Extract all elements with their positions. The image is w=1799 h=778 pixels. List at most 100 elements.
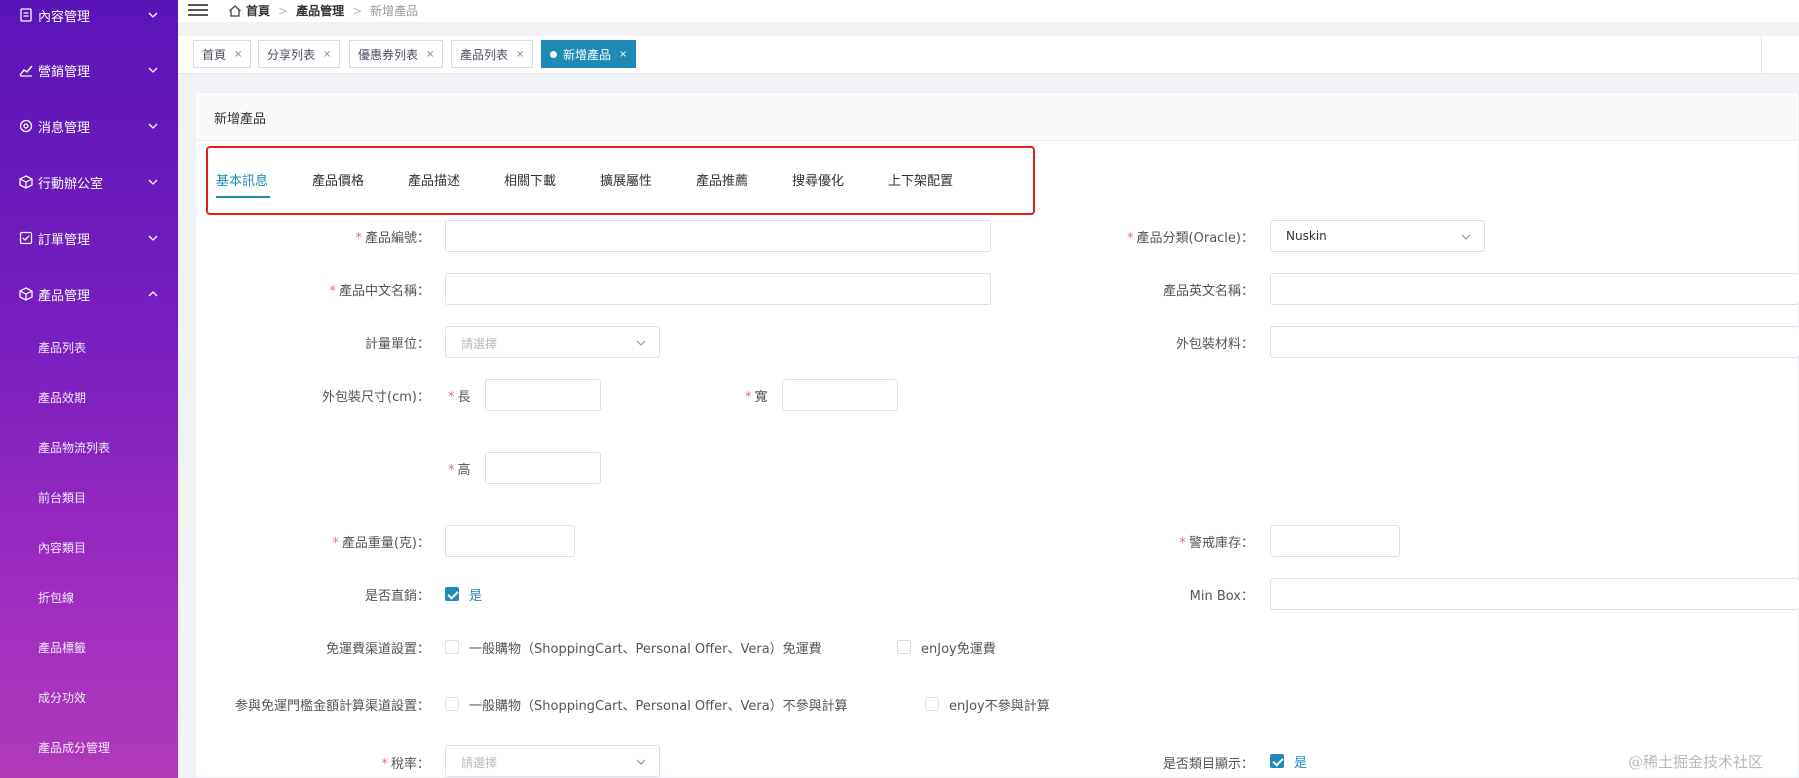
chevron-down-icon: [148, 235, 158, 241]
sidebar-item-label: 前台類目: [38, 491, 87, 505]
tag-label: 首頁: [202, 47, 227, 62]
tax-select[interactable]: 請選擇: [445, 745, 660, 777]
stock-alert-label: * 警戒庫存：: [1179, 536, 1254, 551]
sidebar-item-product-list[interactable]: 產品列表: [0, 332, 178, 362]
length-label: * 長: [448, 390, 471, 405]
gear-icon: [19, 119, 33, 133]
sidebar-item-front-category[interactable]: 前台類目: [0, 482, 178, 512]
tag-share-list[interactable]: 分享列表 ×: [258, 40, 341, 68]
sidebar-group-mobile-office[interactable]: 行動辦公室: [0, 167, 178, 197]
weight-input[interactable]: [445, 525, 575, 557]
length-input[interactable]: [485, 379, 601, 411]
tab-basic-info[interactable]: 基本訊息: [216, 170, 268, 189]
sidebar-item-content-category[interactable]: 內容類目: [0, 532, 178, 562]
product-no-input[interactable]: [445, 220, 991, 252]
threshold-enjoy-checkbox[interactable]: [925, 697, 939, 711]
close-icon[interactable]: ×: [426, 49, 434, 60]
direct-sale-checkbox[interactable]: [445, 587, 459, 601]
tag-home[interactable]: 首頁 ×: [193, 40, 252, 68]
free-ship-general-checkbox[interactable]: [445, 640, 459, 654]
tab-extended-attributes[interactable]: 擴展屬性: [600, 170, 652, 189]
sidebar-item-fold-line[interactable]: 折包線: [0, 582, 178, 612]
sidebar-item-ingredient-effect[interactable]: 成分功效: [0, 682, 178, 712]
close-icon[interactable]: ×: [516, 49, 524, 60]
sidebar-group-label: 消息管理: [38, 121, 91, 136]
sidebar-item-product-tags[interactable]: 產品標籤: [0, 632, 178, 662]
active-tab-indicator: [216, 196, 270, 198]
free-ship-general-option[interactable]: 一般購物（ShoppingCart、Personal Offer、Vera）免運…: [469, 638, 822, 657]
tab-related-downloads[interactable]: 相關下載: [504, 170, 556, 189]
category-display-checkbox[interactable]: [1270, 754, 1284, 768]
sidebar-item-ingredient-management[interactable]: 產品成分管理: [0, 732, 178, 762]
free-ship-enjoy-option[interactable]: enJoy免運費: [921, 638, 996, 657]
sidebar-item-label: 成分功效: [38, 691, 87, 705]
cn-name-input[interactable]: [445, 273, 991, 305]
tag-coupon-list[interactable]: 優惠券列表 ×: [349, 40, 444, 68]
breadcrumb-home[interactable]: 首頁: [246, 2, 270, 19]
sidebar-item-label: 產品效期: [38, 391, 87, 405]
sidebar-group-label: 內容管理: [38, 10, 91, 25]
tax-select-placeholder: 請選擇: [461, 756, 498, 770]
tags-more-button[interactable]: [1761, 36, 1799, 74]
close-icon[interactable]: ×: [619, 49, 627, 60]
threshold-general-option[interactable]: 一般購物（ShoppingCart、Personal Offer、Vera）不參…: [469, 695, 848, 714]
direct-sale-label: 是否直銷：: [364, 589, 430, 604]
tag-label: 新增產品: [563, 47, 612, 62]
tab-listing-config[interactable]: 上下架配置: [888, 170, 953, 189]
category-select[interactable]: Nuskin: [1270, 220, 1485, 252]
chevron-down-icon: [148, 12, 158, 18]
sidebar-item-label: 產品列表: [38, 341, 87, 355]
breadcrumb-separator-icon: >: [352, 3, 363, 18]
min-box-label: Min Box：: [1189, 589, 1254, 604]
product-no-label: * 產品編號：: [355, 231, 430, 246]
chevron-down-icon: [1461, 234, 1471, 240]
document-icon: [20, 8, 32, 22]
breadcrumb-separator-icon: >: [278, 3, 289, 18]
close-icon[interactable]: ×: [323, 49, 331, 60]
chevron-down-icon: [148, 67, 158, 73]
sidebar-item-product-expiry[interactable]: 產品效期: [0, 382, 178, 412]
breadcrumb: 首頁 > 產品管理 > 新增產品: [228, 2, 418, 19]
en-name-input[interactable]: [1270, 273, 1799, 305]
height-label: * 高: [448, 463, 471, 478]
home-icon: [229, 4, 241, 17]
unit-select[interactable]: 請選擇: [445, 326, 660, 358]
weight-label: * 產品重量(克)：: [332, 536, 430, 551]
box-icon: [19, 175, 33, 189]
sidebar-item-logistics-list[interactable]: 產品物流列表: [0, 432, 178, 462]
tab-product-description[interactable]: 產品描述: [408, 170, 460, 189]
tag-label: 產品列表: [460, 47, 509, 62]
category-display-option[interactable]: 是: [1294, 752, 1307, 771]
height-input[interactable]: [485, 452, 601, 484]
sidebar-group-messages[interactable]: 消息管理: [0, 111, 178, 141]
watermark: @稀土掘金技术社区: [1627, 753, 1763, 771]
direct-sale-option[interactable]: 是: [469, 585, 482, 604]
free-ship-enjoy-checkbox[interactable]: [897, 640, 911, 654]
min-box-input[interactable]: [1270, 578, 1799, 610]
tax-label: * 稅率：: [381, 757, 430, 772]
tag-product-list[interactable]: 產品列表 ×: [451, 40, 534, 68]
breadcrumb-product-management[interactable]: 產品管理: [296, 2, 344, 19]
sidebar-group-label: 營銷管理: [38, 65, 91, 80]
sidebar-group-orders[interactable]: 訂單管理: [0, 223, 178, 253]
sidebar-group-content[interactable]: 內容管理: [0, 0, 178, 30]
category-label: * 產品分類(Oracle)：: [1127, 231, 1254, 246]
sidebar-group-products[interactable]: 產品管理: [0, 279, 178, 309]
packaging-material-input[interactable]: [1270, 326, 1799, 358]
tab-product-recommend[interactable]: 產品推薦: [696, 170, 748, 189]
stock-alert-input[interactable]: [1270, 525, 1400, 557]
sidebar-item-label: 內容類目: [38, 541, 87, 555]
close-icon[interactable]: ×: [234, 49, 242, 60]
hamburger-icon[interactable]: [188, 1, 208, 17]
packaging-material-label: 外包裝材料：: [1175, 337, 1254, 352]
top-header: 首頁 > 產品管理 > 新增產品: [178, 0, 1799, 22]
tab-product-price[interactable]: 產品價格: [312, 170, 364, 189]
tab-seo[interactable]: 搜尋優化: [792, 170, 844, 189]
card-header: 新增產品: [196, 93, 1798, 141]
width-input[interactable]: [782, 379, 898, 411]
threshold-enjoy-option[interactable]: enJoy不參與計算: [949, 695, 1050, 714]
sidebar-group-marketing[interactable]: 營銷管理: [0, 55, 178, 85]
tag-new-product[interactable]: 新增產品 ×: [541, 40, 637, 68]
threshold-general-checkbox[interactable]: [445, 697, 459, 711]
tags-bar: 首頁 × 分享列表 × 優惠券列表 × 產品列表 × 新增產品 ×: [178, 36, 1799, 74]
